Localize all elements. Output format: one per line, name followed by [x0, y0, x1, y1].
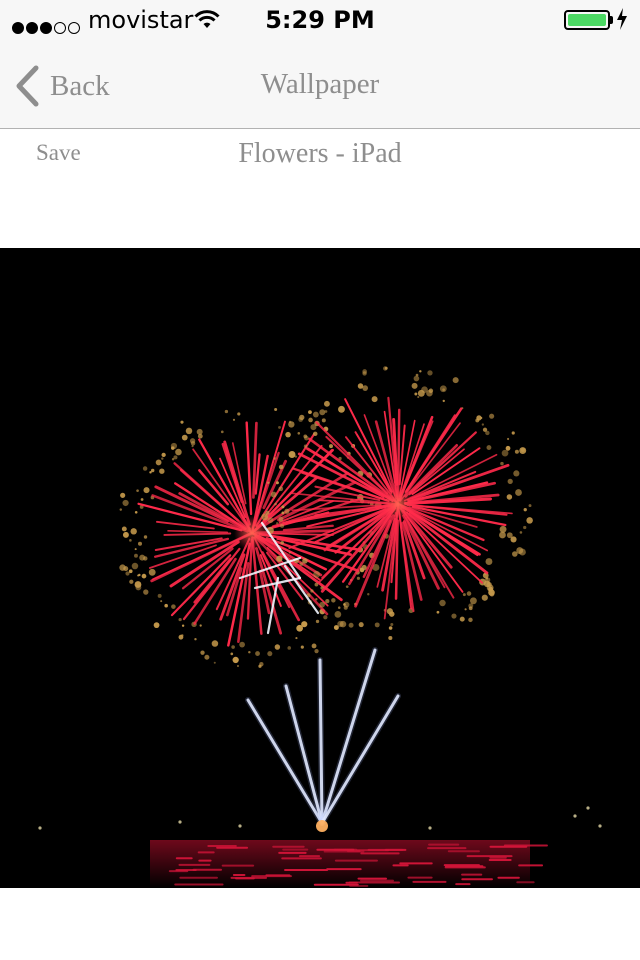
wallpaper-title: Flowers - iPad: [238, 138, 402, 169]
charging-bolt-icon: [617, 8, 627, 30]
page-title: Wallpaper: [260, 68, 380, 100]
wallpaper-image[interactable]: [0, 248, 640, 888]
navigation-bar: Back Wallpaper: [0, 40, 640, 129]
battery-icon: [564, 10, 610, 30]
status-bar: movistar 5:29 PM: [0, 0, 640, 40]
status-time: 5:29 PM: [265, 6, 375, 34]
fireworks-image: [38, 366, 602, 888]
